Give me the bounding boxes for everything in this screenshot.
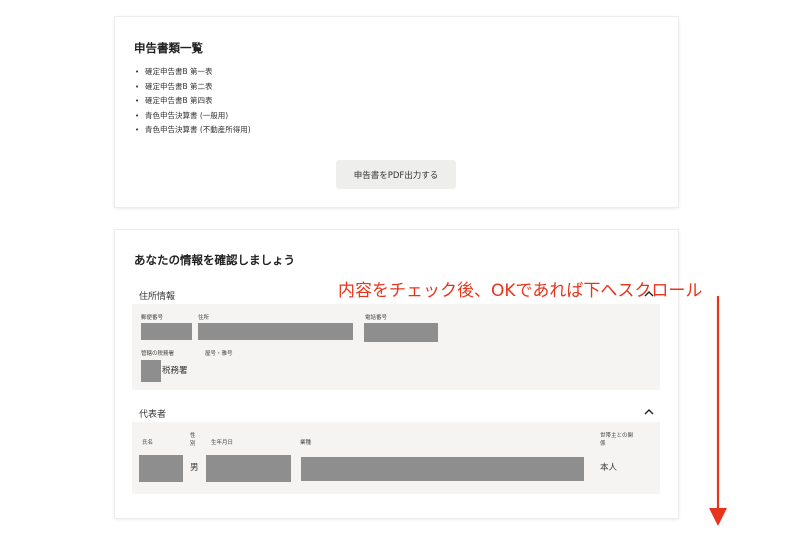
address-label: 住所 <box>198 315 210 321</box>
document-item: • 確定申告書B 第一表 <box>135 65 251 80</box>
document-item-label: 確定申告書B 第四表 <box>145 96 213 105</box>
bullet-icon: • <box>135 111 140 120</box>
documents-card: 申告書類一覧 • 確定申告書B 第一表 • 確定申告書B 第二表 • 確定申告書B 第… <box>115 17 678 207</box>
gender-label: 性別 <box>190 433 196 447</box>
document-item: • 確定申告書B 第二表 <box>135 80 251 95</box>
postal-code-label: 郵便番号 <box>141 315 164 321</box>
bullet-icon: • <box>135 126 140 134</box>
address-redacted <box>198 323 353 340</box>
relation-value: 本人 <box>600 463 618 473</box>
info-card: あなたの情報を確認しましょう 住所情報 郵便番号 住所 電話番号 管轄の税務署 … <box>115 230 678 518</box>
bullet-icon: • <box>135 68 140 76</box>
relation-label: 世帯主との関係 <box>600 433 633 447</box>
document-list: • 確定申告書B 第一表 • 確定申告書B 第二表 • 確定申告書B 第四表 • 青色申… <box>135 65 251 138</box>
document-item-label: 青色申告決算書 (一般用) <box>145 110 229 120</box>
documents-card-title: 申告書類一覧 <box>134 41 203 55</box>
address-section-heading[interactable]: 住所情報 <box>139 289 175 302</box>
export-pdf-button[interactable]: 申告書をPDF出力する <box>336 160 456 189</box>
occupation-redacted <box>301 457 584 481</box>
arrow-down-icon <box>709 296 727 526</box>
info-card-title: あなたの情報を確認しましょう <box>134 253 295 267</box>
birthdate-redacted <box>206 455 291 482</box>
document-item: • 青色申告決算書 (不動産所得用) <box>135 123 251 138</box>
tax-office-redacted <box>141 360 161 382</box>
tax-office-suffix: 税務署 <box>162 366 188 376</box>
occupation-label: 業種 <box>300 440 312 446</box>
phone-redacted <box>364 323 438 342</box>
postal-code-redacted <box>141 323 192 340</box>
representative-panel: 氏名 性別 生年月日 業種 世帯主との関係 男 本人 <box>132 422 660 494</box>
document-item-label: 確定申告書B 第二表 <box>145 81 213 91</box>
bullet-icon: • <box>135 82 140 91</box>
address-panel: 郵便番号 住所 電話番号 管轄の税務署 屋号・雅号 税務署 <box>132 304 660 390</box>
chevron-up-icon[interactable] <box>643 407 655 417</box>
document-item: • 青色申告決算書 (一般用) <box>135 109 251 124</box>
name-label: 氏名 <box>142 440 154 446</box>
bullet-icon: • <box>135 97 140 105</box>
document-item-label: 青色申告決算書 (不動産所得用) <box>145 125 251 134</box>
birthdate-label: 生年月日 <box>211 440 234 446</box>
document-item-label: 確定申告書B 第一表 <box>145 67 213 76</box>
name-redacted <box>139 455 183 482</box>
trade-name-label: 屋号・雅号 <box>205 351 233 357</box>
tax-office-label: 管轄の税務署 <box>141 351 175 357</box>
phone-label: 電話番号 <box>365 315 388 321</box>
document-item: • 確定申告書B 第四表 <box>135 94 251 109</box>
scroll-instruction-annotation: 内容をチェック後、OKであれば下へスクロール <box>338 281 703 301</box>
gender-value: 男 <box>190 463 199 473</box>
representative-section-heading[interactable]: 代表者 <box>139 407 166 420</box>
